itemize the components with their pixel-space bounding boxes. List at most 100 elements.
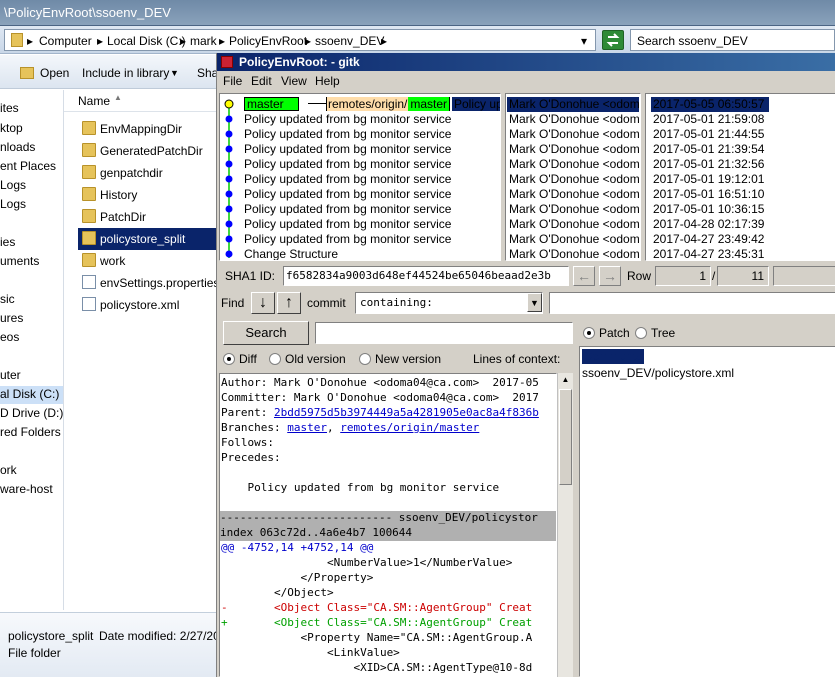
file-row[interactable]: genpatchdir — [78, 162, 216, 184]
nav-item[interactable]: red Folders ( — [0, 425, 63, 439]
nav-item[interactable]: ent Places — [0, 159, 56, 173]
sha-field[interactable]: f6582834a9003d648ef44524be65046beaad2e3b — [283, 266, 569, 286]
file-row[interactable]: policystore.xml — [78, 294, 216, 316]
diff-pane[interactable]: Author: Mark O'Donohue <odoma04@ca.com> … — [219, 373, 557, 677]
nav-item[interactable]: uments — [0, 254, 39, 268]
changed-files-pane[interactable]: Comments ssoenv_DEV/policystore.xml — [579, 346, 835, 677]
patch-radio[interactable] — [583, 327, 595, 339]
tree-radio[interactable] — [635, 327, 647, 339]
nav-item[interactable]: nloads — [0, 140, 35, 154]
menu-help[interactable]: Help — [315, 74, 340, 88]
breadcrumb-ssoenv-dev[interactable]: ssoenv_DEV — [315, 34, 384, 48]
file-list-item[interactable]: ssoenv_DEV/policystore.xml — [582, 366, 734, 381]
find-up-arrow-icon[interactable]: ↑ — [277, 292, 301, 314]
commit-row[interactable]: Policy updated from bg monitor service — [244, 202, 451, 217]
nav-item[interactable]: ware-host — [0, 482, 53, 496]
diff-radio[interactable] — [223, 353, 235, 365]
search-input[interactable] — [315, 322, 573, 344]
commit-row[interactable]: Policy updated from bg monitor service — [244, 127, 451, 142]
parent-link[interactable]: 2bdd5975d5b3974449a5a4281905e0ac8a4f836b — [274, 406, 539, 419]
branch-tag-master[interactable]: master — [244, 97, 299, 111]
commit-row[interactable]: Policy updated from bg monitor service — [244, 187, 451, 202]
open-button[interactable]: Open — [40, 66, 69, 80]
author-row[interactable]: Mark O'Donohue <odom — [509, 112, 640, 127]
chevron-down-icon[interactable]: ▾ — [581, 34, 587, 48]
file-row[interactable]: work — [78, 250, 216, 272]
nav-item[interactable]: eos — [0, 330, 19, 344]
nav-item[interactable]: D Drive (D:) E — [0, 406, 63, 420]
file-row[interactable]: PatchDir — [78, 206, 216, 228]
new-version-radio[interactable] — [359, 353, 371, 365]
branch-link-master[interactable]: master — [287, 421, 327, 434]
nav-item[interactable]: Logs — [0, 178, 26, 192]
author-row[interactable]: Mark O'Donohue <odom — [509, 217, 640, 232]
find-down-arrow-icon[interactable]: ↓ — [251, 292, 275, 314]
commit-row[interactable]: Policy updated from bg monitor service — [244, 232, 451, 247]
commit-row[interactable]: Change Structure — [244, 247, 338, 260]
commit-row-head[interactable]: master remotes/origin/master Policy up — [234, 97, 500, 112]
scroll-up-icon[interactable]: ▲ — [559, 373, 572, 388]
explorer-search-input[interactable]: Search ssoenv_DEV — [630, 29, 835, 51]
old-version-radio[interactable] — [269, 353, 281, 365]
author-row-selected[interactable]: Mark O'Donohue <odoma — [507, 97, 640, 112]
menu-view[interactable]: View — [281, 74, 307, 88]
date-row[interactable]: 2017-05-01 21:44:55 — [653, 127, 764, 142]
date-column-pane[interactable]: 2017-05-05 06:50:57 2017-05-01 21:59:08 … — [645, 93, 835, 261]
author-row[interactable]: Mark O'Donohue <odom — [509, 142, 640, 157]
nav-item[interactable]: sic — [0, 292, 15, 306]
diff-scrollbar[interactable]: ▲ — [557, 373, 573, 677]
address-bar[interactable]: ▸ Computer ▸ Local Disk (C:) ▸ mark ▸ Po… — [4, 29, 596, 51]
date-row[interactable]: 2017-05-01 21:59:08 — [653, 112, 764, 127]
file-row-selected[interactable]: policystore_split — [78, 228, 216, 250]
breadcrumb-policyenvroot[interactable]: PolicyEnvRoot — [229, 34, 307, 48]
find-input[interactable] — [549, 292, 835, 314]
menu-file[interactable]: File — [223, 74, 242, 88]
commit-row[interactable]: Policy updated from bg monitor service — [244, 217, 451, 232]
date-row[interactable]: 2017-05-01 21:32:56 — [653, 157, 764, 172]
nav-item[interactable]: Logs — [0, 197, 26, 211]
branch-tag-remote[interactable]: remotes/origin/master — [326, 97, 451, 111]
breadcrumb-mark[interactable]: mark — [190, 34, 217, 48]
author-column-pane[interactable]: Mark O'Donohue <odoma Mark O'Donohue <od… — [505, 93, 641, 261]
column-header-name[interactable]: Name ▲ — [64, 90, 216, 112]
author-row[interactable]: Mark O'Donohue <odom — [509, 247, 640, 260]
nav-item[interactable]: ures — [0, 311, 23, 325]
date-row[interactable]: 2017-05-01 21:39:54 — [653, 142, 764, 157]
date-row[interactable]: 2017-05-01 19:12:01 — [653, 172, 764, 187]
date-row[interactable]: 2017-05-01 10:36:15 — [653, 202, 764, 217]
chevron-down-icon[interactable]: ▼ — [527, 293, 542, 312]
search-button[interactable]: Search — [223, 321, 309, 345]
nav-item-local-disk[interactable]: al Disk (C:) — [0, 386, 63, 404]
date-row[interactable]: 2017-04-27 23:49:42 — [653, 232, 764, 247]
breadcrumb-local-disk[interactable]: Local Disk (C:) — [107, 34, 186, 48]
author-row[interactable]: Mark O'Donohue <odom — [509, 187, 640, 202]
file-row[interactable]: envSettings.properties — [78, 272, 216, 294]
date-row-selected[interactable]: 2017-05-05 06:50:57 — [651, 97, 769, 112]
nav-item[interactable]: ork — [0, 463, 17, 477]
nav-item[interactable]: ites — [0, 101, 19, 115]
scrollbar-thumb[interactable] — [559, 389, 572, 485]
author-row[interactable]: Mark O'Donohue <odom — [509, 172, 640, 187]
commit-row[interactable]: Policy updated from bg monitor service — [244, 142, 451, 157]
branch-link-remote[interactable]: remotes/origin/master — [340, 421, 479, 434]
forward-arrow-icon[interactable]: → — [599, 266, 621, 286]
commit-row[interactable]: Policy updated from bg monitor service — [244, 172, 451, 187]
commit-row[interactable]: Policy updated from bg monitor service — [244, 112, 451, 127]
author-row[interactable]: Mark O'Donohue <odom — [509, 232, 640, 247]
nav-item[interactable]: ies — [0, 235, 15, 249]
file-row[interactable]: History — [78, 184, 216, 206]
menu-edit[interactable]: Edit — [251, 74, 272, 88]
commit-row[interactable]: Policy updated from bg monitor service — [244, 157, 451, 172]
find-type-select[interactable]: containing: — [355, 292, 543, 314]
include-in-library-button[interactable]: Include in library — [82, 66, 169, 80]
date-row[interactable]: 2017-05-01 16:51:10 — [653, 187, 764, 202]
file-row[interactable]: EnvMappingDir — [78, 118, 216, 140]
file-row[interactable]: GeneratedPatchDir — [78, 140, 216, 162]
nav-item[interactable]: ktop — [0, 121, 23, 135]
commit-graph-pane[interactable]: master remotes/origin/master Policy up P… — [219, 93, 501, 261]
breadcrumb-computer[interactable]: Computer — [39, 34, 92, 48]
file-list-comments[interactable]: Comments — [582, 349, 645, 364]
author-row[interactable]: Mark O'Donohue <odom — [509, 202, 640, 217]
refresh-button[interactable] — [602, 30, 624, 50]
date-row[interactable]: 2017-04-27 23:45:31 — [653, 247, 764, 260]
